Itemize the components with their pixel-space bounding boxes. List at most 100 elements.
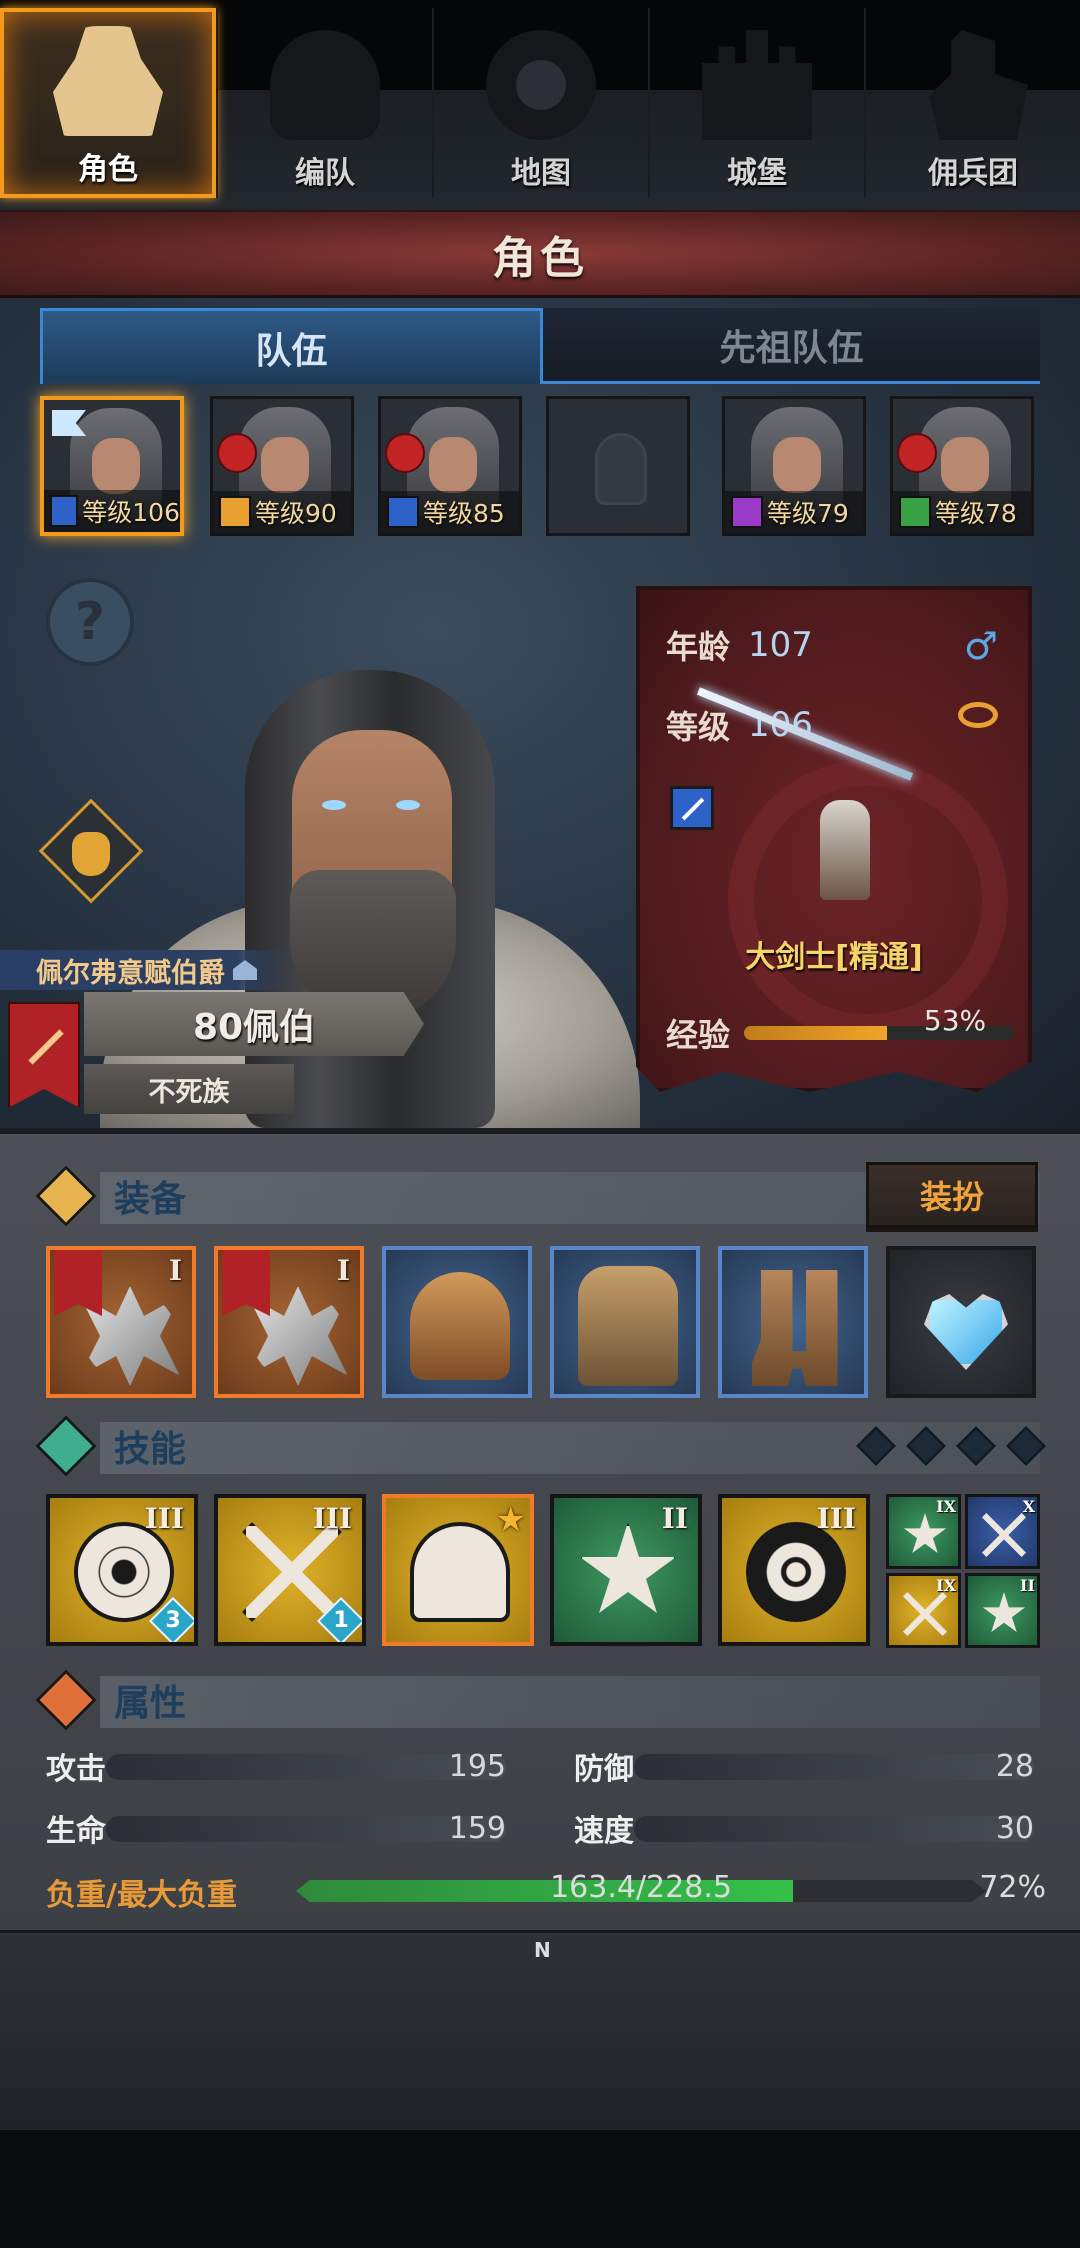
armor-icon xyxy=(578,1266,678,1386)
mercenary-icon xyxy=(929,30,1028,140)
hero-slot-1[interactable]: 等级106 xyxy=(40,396,184,536)
nav-map[interactable]: 地图 xyxy=(432,8,648,198)
nav-formation[interactable]: 编队 xyxy=(216,8,432,198)
passive-skill-1[interactable]: IX xyxy=(886,1494,961,1569)
empty-helmet-icon xyxy=(595,433,647,505)
crest-banner-icon xyxy=(222,1250,270,1316)
right-eye xyxy=(396,800,420,810)
attributes-strip xyxy=(100,1676,1040,1728)
hero-title-plate[interactable]: 80佩伯 xyxy=(84,992,424,1056)
home-icon xyxy=(233,960,257,980)
skill-tier: IX xyxy=(936,1497,956,1516)
passive-skill-2[interactable]: X xyxy=(965,1494,1040,1569)
slot-diamond xyxy=(856,1426,896,1466)
attack-label: 攻击 xyxy=(46,1752,106,1787)
skill-slot-2[interactable]: III 1 xyxy=(214,1494,366,1646)
equip-slot-amulet[interactable] xyxy=(886,1246,1036,1398)
class-shield-icon xyxy=(219,496,251,528)
skill-slot-3[interactable]: ★ xyxy=(382,1494,534,1646)
stat-bar xyxy=(106,1754,506,1780)
skills-header: 技能 xyxy=(35,1415,186,1477)
stat-attack: 攻击 195 xyxy=(46,1744,506,1788)
skill-slot-5[interactable]: III xyxy=(718,1494,870,1646)
passive-skill-3[interactable]: IX xyxy=(886,1573,961,1648)
person-icon xyxy=(35,1669,97,1731)
ruby-badge-icon xyxy=(897,433,937,473)
character-screen: 角色 队伍 先祖队伍 等级106 等级90 等级85 等级79 等级78 ? 佩… xyxy=(0,0,1080,2248)
stat-speed: 速度 30 xyxy=(574,1806,1034,1850)
marriage-ring-icon[interactable] xyxy=(958,702,998,728)
nav-mercenary[interactable]: 佣兵团 xyxy=(864,8,1080,198)
race-plate: 不死族 xyxy=(84,1064,294,1114)
title-bar: 角色 xyxy=(0,210,1080,298)
skill-tier: III xyxy=(144,1502,184,1535)
hero-slot-2[interactable]: 等级90 xyxy=(210,396,354,536)
skill-slot-4[interactable]: II xyxy=(550,1494,702,1646)
hero-title: 80佩伯 xyxy=(192,1007,316,1048)
load-percent: 72% xyxy=(979,1870,1046,1905)
speed-label: 速度 xyxy=(574,1814,634,1849)
heart-amulet-icon xyxy=(924,1294,1008,1370)
stat-defense: 防御 28 xyxy=(574,1744,1034,1788)
skill-slot-1[interactable]: III 3 xyxy=(46,1494,198,1646)
attack-value: 195 xyxy=(448,1748,506,1784)
hero-name: 佩尔弗意赋伯爵 xyxy=(36,957,225,989)
skill-count: 3 xyxy=(165,1608,181,1633)
tab-team[interactable]: 队伍 xyxy=(40,308,543,384)
equipment-header: 装备 xyxy=(35,1165,186,1227)
nav-formation-label: 编队 xyxy=(295,156,355,191)
page-title: 角色 xyxy=(492,232,588,284)
ruby-badge-icon xyxy=(217,433,257,473)
crossed-swords-icon xyxy=(903,1592,947,1636)
class-sword-icon xyxy=(50,495,79,527)
hp-value: 159 xyxy=(448,1810,506,1846)
equip-slot-weapon-1[interactable]: I xyxy=(46,1246,196,1398)
hero-level: 等级106 xyxy=(82,498,180,527)
nav-character-label: 角色 xyxy=(78,152,138,187)
equip-tier: I xyxy=(336,1254,350,1287)
passive-skill-4[interactable]: II xyxy=(965,1573,1040,1648)
skill-star-icon: ★ xyxy=(495,1500,526,1540)
load-row: 负重/最大负重 163.4/228.5 72% xyxy=(46,1870,1046,1914)
castle-icon xyxy=(702,30,812,140)
nav-character[interactable]: 角色 xyxy=(0,8,216,198)
stat-bar xyxy=(634,1754,1034,1780)
hero-slot-6[interactable]: 等级78 xyxy=(890,396,1034,536)
equip-slot-helmet[interactable] xyxy=(382,1246,532,1398)
cross-icon xyxy=(35,1165,97,1227)
level-label: 等级 xyxy=(666,708,731,746)
nav-castle-label: 城堡 xyxy=(727,156,787,191)
speed-value: 30 xyxy=(995,1810,1034,1846)
compass-north-label: N xyxy=(534,1938,551,1962)
hero-portrait-large xyxy=(100,650,640,1128)
defense-label: 防御 xyxy=(574,1752,634,1787)
hero-slot-empty[interactable] xyxy=(546,396,690,536)
equip-tier: I xyxy=(168,1254,182,1287)
equip-slot-armor[interactable] xyxy=(550,1246,700,1398)
age-row: 年龄 107 xyxy=(666,622,813,668)
hero-level-row: 等级85 xyxy=(381,491,519,533)
dress-up-button[interactable]: 装扮 xyxy=(866,1162,1038,1228)
stat-bar xyxy=(106,1816,506,1842)
attributes-label: 属性 xyxy=(114,1683,187,1724)
skill-slot-indicators xyxy=(856,1426,1046,1466)
team-tabs: 队伍 先祖队伍 xyxy=(40,308,1040,384)
slot-diamond xyxy=(956,1426,996,1466)
class-crossed-swords-icon xyxy=(899,496,931,528)
hero-slot-5[interactable]: 等级79 xyxy=(722,396,866,536)
skill-tier: X xyxy=(1022,1497,1035,1516)
tab-ancestor-team[interactable]: 先祖队伍 xyxy=(543,308,1040,384)
skill-tier: III xyxy=(312,1502,352,1535)
load-value: 163.4/228.5 xyxy=(550,1870,732,1905)
hero-info-card: 年龄 107 ♂ 等级 106 大剑士[精通] 经验 53% xyxy=(636,586,1032,1092)
class-sword-icon xyxy=(670,786,714,830)
slot-diamond xyxy=(906,1426,946,1466)
hero-slot-3[interactable]: 等级85 xyxy=(378,396,522,536)
nav-castle[interactable]: 城堡 xyxy=(648,8,864,198)
equip-slot-weapon-2[interactable]: I xyxy=(214,1246,364,1398)
defense-value: 28 xyxy=(995,1748,1034,1784)
equip-slot-boots[interactable] xyxy=(718,1246,868,1398)
dress-up-label: 装扮 xyxy=(919,1178,984,1216)
class-sprite xyxy=(696,687,914,920)
hero-roster: 等级106 等级90 等级85 等级79 等级78 xyxy=(40,392,1040,542)
